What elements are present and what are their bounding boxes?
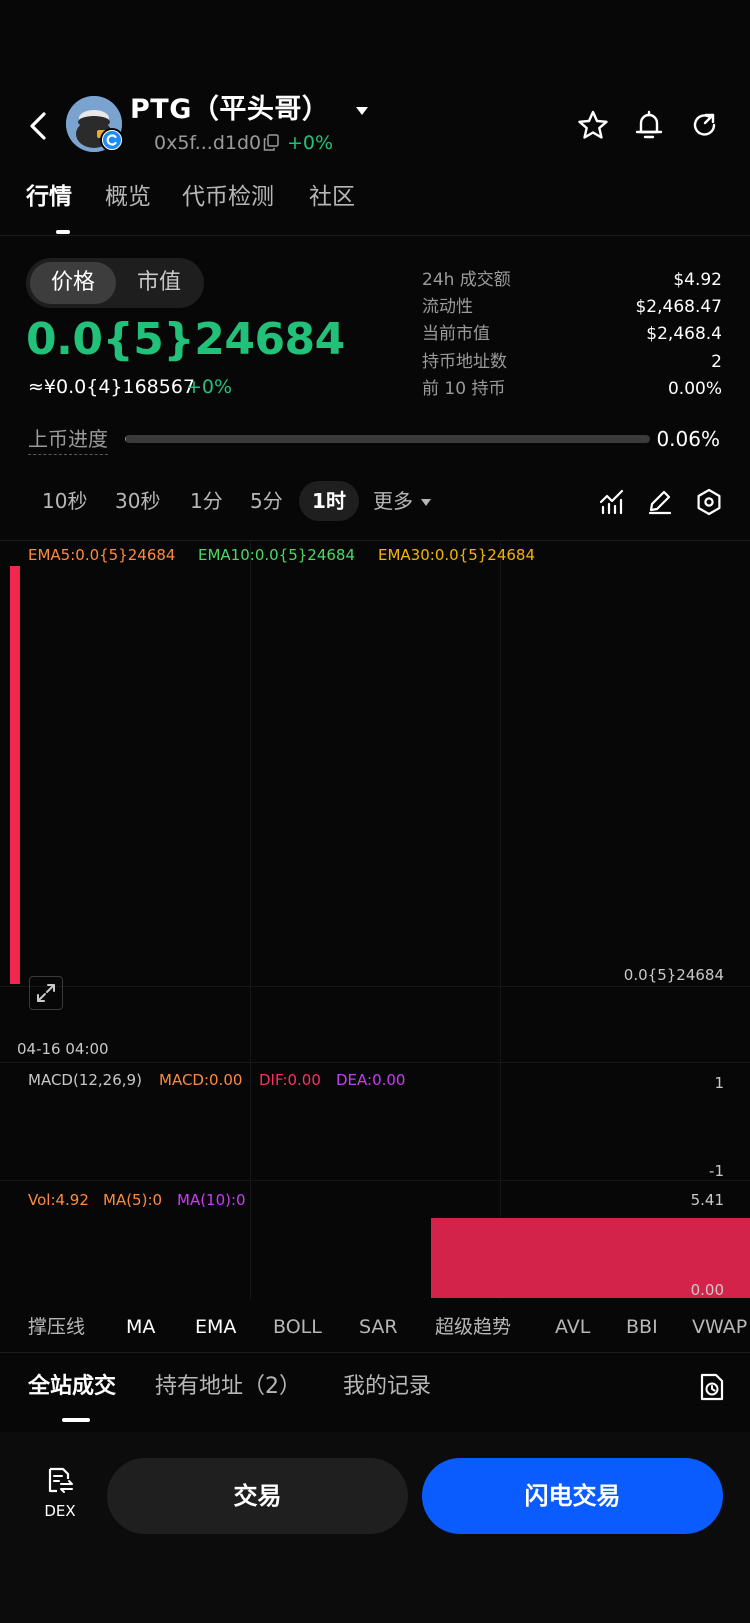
vol-value: Vol:4.92 (28, 1191, 89, 1209)
indicator-ma[interactable]: MA (126, 1312, 155, 1342)
vol-ma5: MA(5):0 (103, 1191, 163, 1209)
macd-axis-bottom: -1 (709, 1162, 724, 1180)
last-price-tag: 0.0{5}24684 (623, 966, 724, 984)
grid-line (0, 986, 750, 987)
caret-down-icon[interactable] (355, 106, 369, 116)
stat-label: 24h 成交额 (422, 270, 511, 290)
history-icon[interactable] (698, 1372, 726, 1402)
grid-line (500, 540, 501, 1300)
time-axis-label: 04-16 04:00 (17, 1040, 109, 1058)
stat-label: 持币地址数 (422, 352, 507, 372)
price-cny: ≈¥0.0{4}168567 (28, 376, 196, 398)
tab-all-trades[interactable]: 全站成交 (28, 1370, 116, 1404)
token-name[interactable]: PTG（平头哥） (130, 90, 329, 130)
tab-holders[interactable]: 持有地址（2） (155, 1370, 301, 1404)
trade-button[interactable]: 交易 (107, 1458, 408, 1534)
toggle-market-cap[interactable]: 市值 (116, 262, 202, 304)
listing-progress-bar (125, 435, 650, 443)
grid-line (0, 1062, 750, 1063)
stat-value: 0.00% (667, 379, 722, 399)
macd-value: MACD:0.00 (159, 1071, 243, 1089)
tab-indicator (56, 230, 70, 234)
interval-30s[interactable]: 30秒 (115, 486, 160, 516)
interval-1m[interactable]: 1分 (190, 486, 223, 516)
vol-axis-top: 5.41 (690, 1191, 724, 1209)
settings-icon[interactable] (695, 488, 723, 516)
macd-axis-top: 1 (714, 1074, 724, 1092)
price-mcap-toggle[interactable]: 价格 市值 (26, 258, 204, 308)
flash-trade-button[interactable]: 闪电交易 (422, 1458, 723, 1534)
divider (0, 540, 750, 541)
dea-value: DEA:0.00 (336, 1071, 406, 1089)
current-price: 0.0{5}24684 (26, 314, 345, 365)
interval-1h[interactable]: 1时 (299, 481, 359, 521)
tab-indicator (62, 1418, 90, 1422)
stat-value: $2,468.47 (635, 297, 722, 317)
indicator-ema[interactable]: EMA (195, 1312, 236, 1342)
stat-value: $4.92 (673, 270, 722, 290)
address-change: +0% (287, 132, 334, 154)
token-address: 0x5f...d1d0 (154, 132, 262, 154)
copy-icon[interactable] (263, 134, 279, 151)
dex-swap-icon[interactable] (44, 1466, 74, 1496)
star-icon[interactable] (577, 109, 609, 141)
bell-icon[interactable] (633, 108, 665, 142)
share-icon[interactable] (690, 110, 720, 140)
indicator-supertrend[interactable]: 超级趋势 (435, 1312, 511, 1342)
interval-10s[interactable]: 10秒 (42, 486, 87, 516)
vol-ma10: MA(10):0 (177, 1191, 246, 1209)
candlestick (10, 566, 20, 984)
macd-name: MACD(12,26,9) (28, 1071, 142, 1089)
interval-more[interactable]: 更多 (373, 486, 413, 516)
indicator-support-resistance[interactable]: 撑压线 (28, 1312, 85, 1342)
tab-community[interactable]: 社区 (309, 180, 355, 214)
grid-line (0, 1180, 750, 1181)
tab-market[interactable]: 行情 (26, 180, 72, 214)
indicator-avl[interactable]: AVL (555, 1312, 590, 1342)
stat-label: 流动性 (422, 297, 473, 317)
indicator-sar[interactable]: SAR (359, 1312, 398, 1342)
dif-value: DIF:0.00 (259, 1071, 321, 1089)
divider (0, 1352, 750, 1353)
indicator-boll[interactable]: BOLL (273, 1312, 322, 1342)
divider (0, 235, 750, 236)
tab-token-check[interactable]: 代币检测 (182, 180, 274, 214)
toggle-price[interactable]: 价格 (30, 262, 116, 304)
caret-down-icon[interactable] (421, 499, 431, 506)
ema30-label: EMA30:0.0{5}24684 (378, 546, 536, 564)
stat-value: 2 (711, 352, 722, 372)
expand-icon[interactable] (29, 976, 63, 1010)
ema10-label: EMA10:0.0{5}24684 (198, 546, 356, 564)
interval-5m[interactable]: 5分 (250, 486, 283, 516)
back-icon[interactable] (24, 106, 56, 146)
vol-axis-bottom: 0.00 (690, 1281, 724, 1299)
grid-line (250, 540, 251, 1300)
stat-label: 当前市值 (422, 324, 490, 344)
ema5-label: EMA5:0.0{5}24684 (28, 546, 176, 564)
chain-badge-icon (100, 128, 124, 152)
dex-label[interactable]: DEX (38, 1500, 82, 1522)
stat-label: 前 10 持币 (422, 379, 506, 399)
indicator-vwap[interactable]: VWAP (692, 1312, 747, 1342)
indicator-chart-icon[interactable] (598, 488, 626, 516)
stat-value: $2,468.4 (646, 324, 722, 344)
tab-overview[interactable]: 概览 (105, 180, 151, 214)
price-change: +0% (186, 376, 233, 398)
listing-progress-label[interactable]: 上币进度 (28, 424, 108, 455)
draw-pen-icon[interactable] (646, 488, 674, 516)
indicator-bbi[interactable]: BBI (626, 1312, 658, 1342)
listing-progress-value: 0.06% (656, 427, 720, 451)
tab-my-records[interactable]: 我的记录 (343, 1370, 431, 1404)
